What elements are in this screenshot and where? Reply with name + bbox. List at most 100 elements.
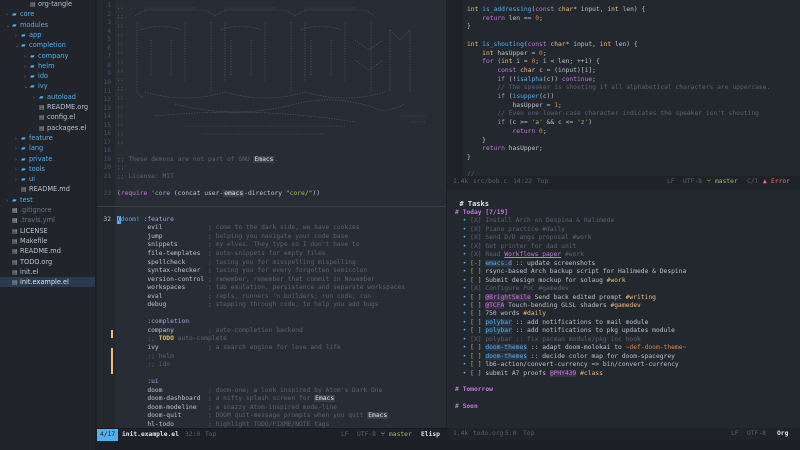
line-number: 8 bbox=[107, 61, 111, 69]
tree-file[interactable]: ▤ LICENSE bbox=[0, 226, 95, 236]
line-number: 16 bbox=[103, 130, 111, 138]
code-token: } bbox=[467, 136, 486, 144]
task-checkbox[interactable]: [X] bbox=[470, 234, 485, 241]
tree-folder[interactable]: › ▰ company bbox=[0, 51, 95, 61]
task-checkbox[interactable]: [ ] bbox=[470, 319, 485, 326]
task-checkbox[interactable]: [ ] bbox=[470, 302, 485, 309]
tree-file[interactable]: ▤ org-tangle bbox=[0, 0, 95, 9]
line-number: 17 bbox=[103, 138, 111, 146]
tree-folder[interactable]: › ▰ lang bbox=[0, 143, 95, 153]
task-checkbox[interactable]: [X] bbox=[470, 285, 485, 292]
task-checkbox[interactable]: [X] bbox=[470, 243, 485, 250]
module-name: doom bbox=[117, 386, 208, 394]
code-token: * input, bbox=[565, 40, 600, 48]
tree-file[interactable]: ▤ TODO.org bbox=[0, 257, 95, 267]
task-checkbox[interactable]: [ ] bbox=[470, 310, 485, 317]
git-branch[interactable]: master bbox=[715, 176, 738, 188]
tree-folder[interactable]: › ▰ core bbox=[0, 9, 95, 19]
list-bullet: • bbox=[455, 225, 471, 233]
tree-file[interactable]: ▤ config.el bbox=[0, 112, 95, 122]
tree-file[interactable]: ▤ packages.el bbox=[0, 123, 95, 133]
task-link[interactable]: Workflows paper bbox=[504, 251, 561, 258]
code-line: if (isupper(c)) bbox=[447, 93, 800, 102]
cursor-position: 5:0 bbox=[505, 430, 517, 437]
major-mode[interactable]: Elisp bbox=[421, 429, 440, 441]
code-token: is_addressing bbox=[482, 6, 532, 13]
code-line: doom ; doom-one; a look inspired by Atom… bbox=[97, 387, 446, 396]
code-token: (concat user- bbox=[173, 190, 224, 198]
code-token: return bbox=[512, 127, 536, 135]
module-name: jump bbox=[117, 232, 208, 240]
task-item: • [X] Configure PoC #gamedev bbox=[455, 285, 800, 294]
buffer-name[interactable]: todo.org bbox=[473, 428, 503, 440]
left-editor-pane[interactable]: ;;;;;; ;;;;;; ;;;;;; ;;;;;; ;;;;;; ;; 12… bbox=[97, 0, 446, 428]
flycheck-status[interactable]: Error bbox=[771, 176, 790, 188]
tree-file[interactable]: ▤ Makefile bbox=[0, 236, 95, 246]
task-checkbox[interactable]: [X] bbox=[470, 251, 485, 258]
tree-folder[interactable]: › ▰ test bbox=[0, 195, 95, 205]
git-branch[interactable]: master bbox=[389, 429, 412, 441]
tree-file[interactable]: ▤ README.org bbox=[0, 102, 95, 112]
code-line: 20;; bbox=[97, 164, 446, 173]
task-checkbox[interactable]: [X] bbox=[470, 217, 485, 224]
tree-folder[interactable]: › ▰ app bbox=[0, 30, 95, 40]
task-text: Install Arch on Despina & Halimede bbox=[485, 217, 615, 225]
tree-folder[interactable]: › ▰ helm bbox=[0, 61, 95, 71]
code-line: return len == 0; bbox=[447, 15, 800, 24]
code-token: isalpha bbox=[516, 75, 543, 83]
line-number: 1 bbox=[107, 2, 111, 9]
code-line: workspaces ; tab emulation, persistence … bbox=[97, 284, 446, 293]
list-bullet: • bbox=[455, 234, 471, 242]
code-line: ivy ; a search engine for love and life bbox=[97, 344, 446, 353]
tree-folder[interactable]: ⌄ ▰ modules bbox=[0, 20, 95, 30]
org-heading-tomorrow[interactable]: # Tomorrow bbox=[455, 386, 493, 393]
org-heading-today[interactable]: # Today [7/19] bbox=[455, 209, 508, 216]
major-mode[interactable]: Org bbox=[777, 428, 788, 440]
module-name: eval bbox=[117, 292, 208, 300]
task-project: doom-themes bbox=[485, 352, 528, 360]
tree-file[interactable]: ▤ .gitignore bbox=[0, 205, 95, 215]
tree-folder[interactable]: › ▰ private bbox=[0, 154, 95, 164]
buffer-name[interactable]: src/bob.c bbox=[473, 176, 507, 188]
task-checkbox[interactable]: [ ] bbox=[470, 327, 485, 334]
buffer-name[interactable]: init.example.el bbox=[122, 429, 179, 441]
code-line: :completion bbox=[97, 318, 446, 327]
svg-text:;;: ;; bbox=[117, 59, 124, 65]
code-token: len) { bbox=[611, 40, 638, 48]
tree-file[interactable]: ▤ README.md bbox=[0, 246, 95, 256]
c-source-pane[interactable]: int is_addressing(const char* input, int… bbox=[447, 0, 800, 176]
org-heading-soon[interactable]: # Soon bbox=[455, 403, 478, 410]
tree-file[interactable]: ▤ .travis.yml bbox=[0, 215, 95, 225]
tree-folder[interactable]: › ▰ autoload bbox=[0, 92, 95, 102]
tree-file[interactable]: ▤ init.el bbox=[0, 267, 95, 277]
module-comment: ; my elves. They type so I don't have to bbox=[208, 241, 360, 249]
task-checkbox[interactable]: [X] bbox=[470, 226, 485, 233]
tree-folder[interactable]: › ▰ ido bbox=[0, 71, 95, 81]
task-checkbox[interactable]: [ ] bbox=[470, 370, 485, 377]
code-token: int bbox=[467, 6, 479, 13]
tree-folder[interactable]: ⌄ ▰ ivy bbox=[0, 81, 95, 91]
task-checkbox[interactable]: [X] bbox=[470, 336, 485, 343]
task-checkbox[interactable]: [ ] bbox=[470, 344, 485, 351]
task-tag: #class bbox=[576, 369, 603, 377]
task-checkbox[interactable]: [ ] bbox=[470, 277, 485, 284]
task-checkbox[interactable]: [ ] bbox=[470, 268, 485, 275]
tree-folder[interactable]: ⌄ ▰ completion bbox=[0, 40, 95, 50]
tree-file[interactable]: ▤ init.example.el bbox=[0, 277, 95, 288]
tree-folder[interactable]: › ▰ ui bbox=[0, 174, 95, 184]
task-checkbox[interactable]: [ ] bbox=[470, 353, 485, 360]
tree-folder[interactable]: › ▰ tools bbox=[0, 164, 95, 174]
line-text: // Even one lower-case character indicat… bbox=[467, 110, 759, 119]
task-checkbox[interactable]: [ ] bbox=[470, 294, 485, 301]
code-token: (c)) bbox=[542, 75, 562, 83]
org-tasks-pane[interactable]: # Today [7/19] • [X] Install Arch on Des… bbox=[447, 189, 800, 428]
line-text: } bbox=[467, 137, 486, 146]
code-line: :ui bbox=[97, 378, 446, 387]
code-token: // Even one lower-case character indicat… bbox=[467, 110, 759, 118]
task-checkbox[interactable]: [-] bbox=[470, 260, 485, 267]
tree-file[interactable]: ▤ README.md bbox=[0, 184, 95, 194]
line-text: return 0; bbox=[467, 128, 547, 137]
tree-folder[interactable]: › ▰ feature bbox=[0, 133, 95, 143]
code-token: int bbox=[607, 6, 619, 13]
task-checkbox[interactable]: [ ] bbox=[470, 361, 485, 368]
